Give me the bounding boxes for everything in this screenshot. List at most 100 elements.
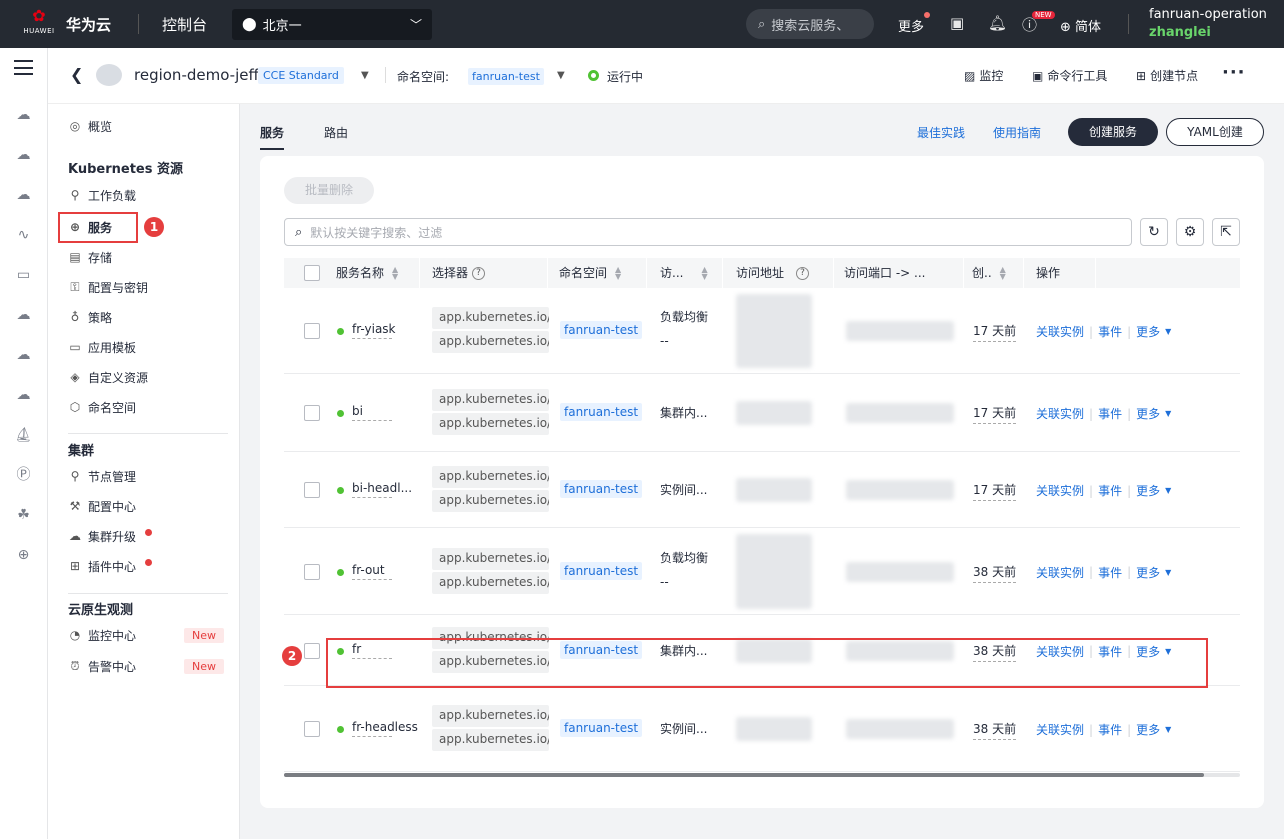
sort-icon[interactable]: ▲ ▼ xyxy=(1000,266,1006,281)
more-actions-link[interactable]: 更多 xyxy=(1136,405,1160,422)
refresh-icon[interactable]: ↻ xyxy=(1140,218,1168,246)
caret-down-icon[interactable]: ▼ xyxy=(1165,486,1171,495)
help-icon[interactable]: ? xyxy=(796,266,810,280)
caret-down-icon[interactable]: ▼ xyxy=(1165,568,1171,577)
search-input[interactable]: ⌕ 默认按关键字搜索、过滤 xyxy=(284,218,1132,246)
caret-down-icon[interactable]: ▼ xyxy=(1165,327,1171,336)
caret-down-icon[interactable]: ▼ xyxy=(1165,725,1171,734)
nav-node-mgmt[interactable]: ⚲ 节点管理 xyxy=(68,465,136,487)
more-actions-link[interactable]: 更多 xyxy=(1136,564,1160,581)
cloud-outline-icon[interactable]: ☁ xyxy=(14,306,33,325)
row-checkbox[interactable] xyxy=(304,642,320,659)
monitor-button[interactable]: ▨ 监控 xyxy=(964,67,1003,84)
user-guide-link[interactable]: 使用指南 xyxy=(993,124,1041,141)
service-name[interactable]: bi-headl... xyxy=(352,481,412,498)
create-node-button[interactable]: ⊞ 创建节点 xyxy=(1136,67,1198,84)
nav-alarm-center[interactable]: ⏰︎ 告警中心 xyxy=(68,655,136,677)
caret-down-icon[interactable]: ▼ xyxy=(1165,409,1171,418)
row-checkbox[interactable] xyxy=(304,405,320,421)
cloud-server-icon[interactable]: ☁ xyxy=(14,106,33,125)
cluster-icon[interactable]: ☘ xyxy=(14,506,33,525)
namespace-dropdown-icon[interactable]: ▼ xyxy=(557,70,565,81)
col-created[interactable]: 创.. ▲ ▼ xyxy=(972,258,1024,288)
nav-custom-resource[interactable]: ◈ 自定义资源 xyxy=(68,366,148,388)
more-actions-link[interactable]: 更多 xyxy=(1136,482,1160,499)
sort-icon[interactable]: ▲ ▼ xyxy=(701,266,707,281)
row-checkbox[interactable] xyxy=(304,482,320,498)
more-options-icon[interactable]: ··· xyxy=(1222,62,1246,83)
related-instances-link[interactable]: 关联实例 xyxy=(1036,564,1084,581)
global-search-input[interactable]: ⌕ 搜索云服务、 xyxy=(746,9,874,39)
sort-icon[interactable]: ▲ ▼ xyxy=(615,266,621,281)
nav-policy[interactable]: ♁ 策略 xyxy=(68,306,112,328)
tab-route[interactable]: 路由 xyxy=(324,124,348,141)
more-actions-link[interactable]: 更多 xyxy=(1136,721,1160,738)
brand-name[interactable]: 华为云 xyxy=(66,14,111,35)
best-practice-link[interactable]: 最佳实践 xyxy=(917,124,965,141)
help-icon[interactable]: ? xyxy=(472,266,486,280)
nav-cluster-upgrade[interactable]: ☁ 集群升级 xyxy=(68,525,136,547)
nav-app-template[interactable]: ▭ 应用模板 xyxy=(68,336,136,358)
user-account[interactable]: fanruan-operation xyxy=(1149,7,1267,22)
ip-icon[interactable]: Ⓟ xyxy=(14,466,33,485)
cluster-name[interactable]: region-demo-jeff xyxy=(134,66,259,84)
bell-icon[interactable]: 🔔︎ xyxy=(988,14,1007,32)
events-link[interactable]: 事件 xyxy=(1098,564,1122,581)
region-selector[interactable]: ⬤ 北京一 ﹀ xyxy=(232,9,432,40)
row-checkbox[interactable] xyxy=(304,323,320,339)
language-switch[interactable]: ⊕ 简体 xyxy=(1060,16,1101,35)
nav-config-center[interactable]: ⚒ 配置中心 xyxy=(68,495,136,517)
service-name[interactable]: fr-headless xyxy=(352,720,418,737)
events-link[interactable]: 事件 xyxy=(1098,405,1122,422)
export-icon[interactable]: ⇱ xyxy=(1212,218,1240,246)
service-name[interactable]: fr-yiask xyxy=(352,322,396,339)
row-checkbox[interactable] xyxy=(304,721,320,737)
related-instances-link[interactable]: 关联实例 xyxy=(1036,721,1084,738)
cloud-sync-icon[interactable]: ☁ xyxy=(14,386,33,405)
yaml-create-button[interactable]: YAML创建 xyxy=(1166,118,1264,146)
document-icon[interactable]: ▭ xyxy=(14,266,33,285)
batch-delete-button[interactable]: 批量删除 xyxy=(284,177,374,204)
events-link[interactable]: 事件 xyxy=(1098,323,1122,340)
related-instances-link[interactable]: 关联实例 xyxy=(1036,405,1084,422)
back-arrow-icon[interactable]: ❮ xyxy=(70,65,83,84)
namespace-selected[interactable]: fanruan-test xyxy=(468,68,544,85)
col-name[interactable]: 服务名称 ▲ ▼ xyxy=(336,258,420,288)
nav-addon-center[interactable]: ⊞ 插件中心 xyxy=(68,555,136,577)
user-name[interactable]: zhanglei xyxy=(1149,25,1211,40)
cloud-upload-icon[interactable]: ☁ xyxy=(14,346,33,365)
huawei-logo[interactable]: ✿ HUAWEI xyxy=(22,8,56,40)
col-namespace[interactable]: 命名空间 ▲ ▼ xyxy=(559,258,647,288)
settings-icon[interactable]: ⚙ xyxy=(1176,218,1204,246)
nav-workload[interactable]: ⚲ 工作负载 xyxy=(68,184,136,206)
horizontal-scrollbar-thumb[interactable] xyxy=(284,773,1204,777)
tab-service[interactable]: 服务 xyxy=(260,124,285,150)
events-link[interactable]: 事件 xyxy=(1098,482,1122,499)
sailboat-icon[interactable]: ⛵︎ xyxy=(14,426,33,445)
nav-storage[interactable]: ▤ 存储 xyxy=(68,246,112,268)
globe-icon[interactable]: ⊕ xyxy=(14,546,33,565)
row-checkbox[interactable] xyxy=(304,563,320,580)
nav-namespace[interactable]: ⬡ 命名空间 xyxy=(68,396,136,418)
more-actions-link[interactable]: 更多 xyxy=(1136,323,1160,340)
cloud-dots-icon[interactable]: ☁ xyxy=(14,146,33,165)
nav-monitor-center[interactable]: ◔ 监控中心 xyxy=(68,624,136,646)
console-link[interactable]: 控制台 xyxy=(162,14,207,35)
service-name[interactable]: bi xyxy=(352,404,392,421)
network-wave-icon[interactable]: ∿ xyxy=(14,226,33,245)
events-link[interactable]: 事件 xyxy=(1098,721,1122,738)
col-access-type[interactable]: 访... ▲ ▼ xyxy=(660,258,723,288)
create-service-button[interactable]: 创建服务 xyxy=(1068,118,1158,146)
cloud-storage-icon[interactable]: ☁ xyxy=(14,186,33,205)
select-all-checkbox[interactable] xyxy=(304,265,320,281)
terminal-icon[interactable]: ▣ xyxy=(950,14,964,32)
related-instances-link[interactable]: 关联实例 xyxy=(1036,323,1084,340)
sort-icon[interactable]: ▲ ▼ xyxy=(392,266,398,281)
nav-config-secret[interactable]: ⚿ 配置与密钥 xyxy=(68,276,148,298)
nav-overview[interactable]: ◎ 概览 xyxy=(68,115,112,137)
service-name[interactable]: fr-out xyxy=(352,563,392,580)
related-instances-link[interactable]: 关联实例 xyxy=(1036,482,1084,499)
cluster-dropdown-icon[interactable]: ▼ xyxy=(361,70,369,81)
hamburger-menu-icon[interactable] xyxy=(14,60,33,75)
cli-tool-button[interactable]: ▣ 命令行工具 xyxy=(1032,67,1107,84)
